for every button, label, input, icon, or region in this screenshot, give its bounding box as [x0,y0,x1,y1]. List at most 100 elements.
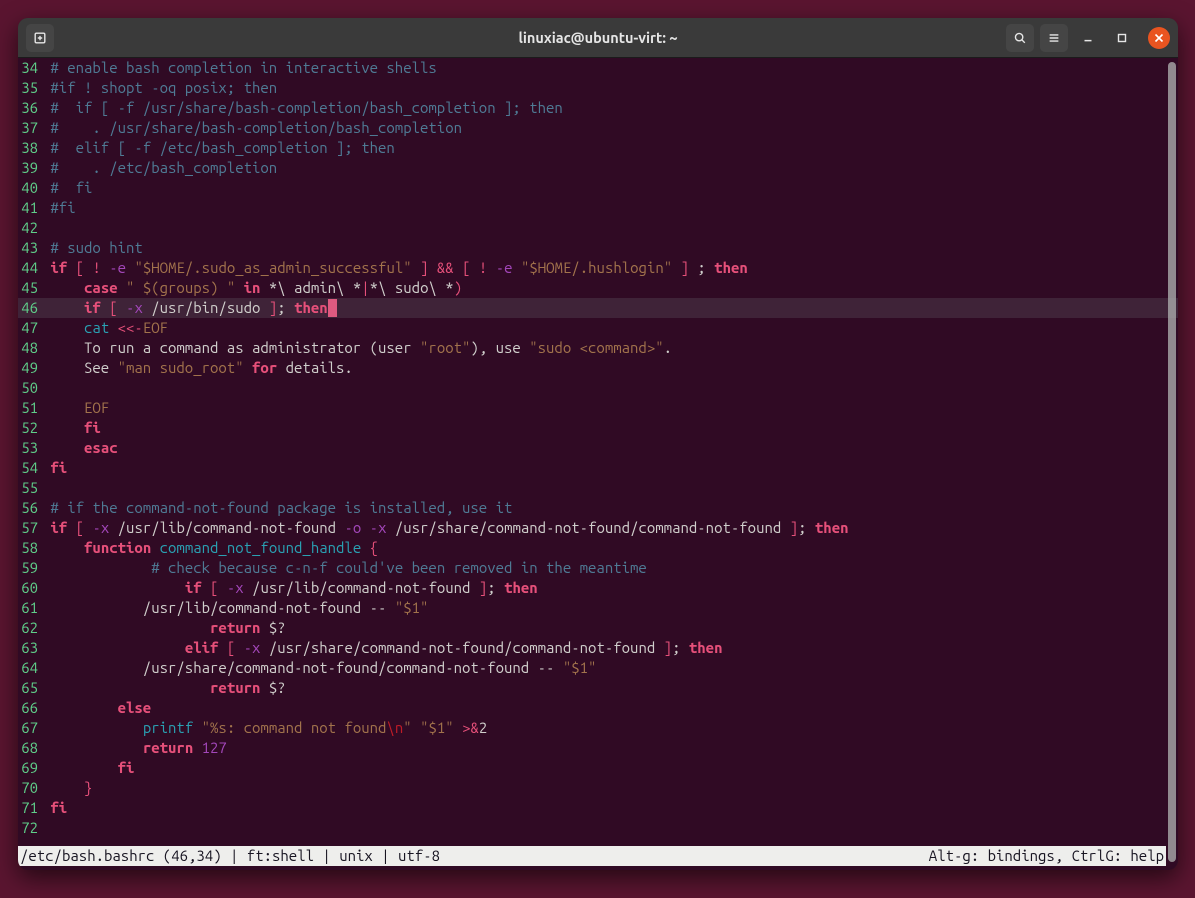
editor-line[interactable]: 67 printf "%s: command not found\n" "$1"… [18,718,1178,738]
editor-line[interactable]: 61 /usr/lib/command-not-found -- "$1" [18,598,1178,618]
editor-line[interactable]: 46 if [ -x /usr/bin/sudo ]; then [18,298,1178,318]
line-code: # elif [ -f /etc/bash_completion ]; then [42,138,1178,158]
line-code [42,378,1178,398]
line-code: # if the command-not-found package is in… [42,498,1178,518]
line-number: 41 [18,198,42,218]
line-code: #fi [42,198,1178,218]
line-code: fi [42,758,1178,778]
line-code: To run a command as administrator (user … [42,338,1178,358]
new-tab-icon [33,31,47,45]
hamburger-icon [1047,31,1061,45]
scrollbar[interactable] [1168,62,1176,862]
editor-line[interactable]: 36 # if [ -f /usr/share/bash-completion/… [18,98,1178,118]
new-tab-button[interactable] [26,24,54,52]
line-code: EOF [42,398,1178,418]
line-number: 62 [18,618,42,638]
editor-line[interactable]: 54 fi [18,458,1178,478]
editor-line[interactable]: 42 [18,218,1178,238]
close-button[interactable] [1148,27,1170,49]
terminal-window: linuxiac@ubuntu-virt: ~ [18,18,1178,870]
editor-line[interactable]: 50 [18,378,1178,398]
editor-line[interactable]: 52 fi [18,418,1178,438]
editor-line[interactable]: 55 [18,478,1178,498]
editor-line[interactable]: 70 } [18,778,1178,798]
line-number: 53 [18,438,42,458]
terminal-area[interactable]: 34 # enable bash completion in interacti… [18,58,1178,870]
line-code [42,478,1178,498]
line-number: 55 [18,478,42,498]
line-number: 52 [18,418,42,438]
line-code: fi [42,798,1178,818]
window-title: linuxiac@ubuntu-virt: ~ [18,29,1178,46]
line-number: 45 [18,278,42,298]
editor-line[interactable]: 68 return 127 [18,738,1178,758]
editor-line[interactable]: 72 [18,818,1178,838]
editor-line[interactable]: 58 function command_not_found_handle { [18,538,1178,558]
line-number: 39 [18,158,42,178]
line-number: 64 [18,658,42,678]
editor-line[interactable]: 53 esac [18,438,1178,458]
line-number: 66 [18,698,42,718]
line-code: # fi [42,178,1178,198]
editor-line[interactable]: 39 # . /etc/bash_completion [18,158,1178,178]
line-code: else [42,698,1178,718]
editor-line[interactable]: 51 EOF [18,398,1178,418]
line-code: if [ -x /usr/bin/sudo ]; then [42,298,1178,318]
editor-line[interactable]: 59 # check because c-n-f could've been r… [18,558,1178,578]
editor-line[interactable]: 35 #if ! shopt -oq posix; then [18,78,1178,98]
editor-line[interactable]: 41 #fi [18,198,1178,218]
line-code: esac [42,438,1178,458]
line-number: 63 [18,638,42,658]
line-number: 37 [18,118,42,138]
search-icon [1013,31,1027,45]
maximize-button[interactable] [1108,24,1136,52]
editor-line[interactable]: 57 if [ -x /usr/lib/command-not-found -o… [18,518,1178,538]
line-code: return $? [42,678,1178,698]
line-number: 43 [18,238,42,258]
editor-line[interactable]: 62 return $? [18,618,1178,638]
editor-content[interactable]: 34 # enable bash completion in interacti… [18,58,1178,838]
editor-line[interactable]: 63 elif [ -x /usr/share/command-not-foun… [18,638,1178,658]
line-number: 69 [18,758,42,778]
line-code [42,218,1178,238]
editor-line[interactable]: 69 fi [18,758,1178,778]
line-code: #if ! shopt -oq posix; then [42,78,1178,98]
line-code: printf "%s: command not found\n" "$1" >&… [42,718,1178,738]
editor-line[interactable]: 49 See "man sudo_root" for details. [18,358,1178,378]
line-number: 68 [18,738,42,758]
line-code: See "man sudo_root" for details. [42,358,1178,378]
line-code: # check because c-n-f could've been remo… [42,558,1178,578]
editor-line[interactable]: 71 fi [18,798,1178,818]
statusbar: /etc/bash.bashrc (46,34) | ft:shell | un… [18,846,1166,866]
line-number: 46 [18,298,42,318]
maximize-icon [1115,31,1129,45]
line-code: # enable bash completion in interactive … [42,58,1178,78]
titlebar: linuxiac@ubuntu-virt: ~ [18,18,1178,58]
editor-line[interactable]: 37 # . /usr/share/bash-completion/bash_c… [18,118,1178,138]
editor-line[interactable]: 65 return $? [18,678,1178,698]
minimize-button[interactable] [1074,24,1102,52]
line-number: 49 [18,358,42,378]
editor-line[interactable]: 60 if [ -x /usr/lib/command-not-found ];… [18,578,1178,598]
editor-line[interactable]: 48 To run a command as administrator (us… [18,338,1178,358]
editor-line[interactable]: 66 else [18,698,1178,718]
editor-line[interactable]: 38 # elif [ -f /etc/bash_completion ]; t… [18,138,1178,158]
line-code: } [42,778,1178,798]
line-code: if [ -x /usr/lib/command-not-found -o -x… [42,518,1178,538]
close-icon [1154,29,1164,47]
search-button[interactable] [1006,24,1034,52]
editor-line[interactable]: 64 /usr/share/command-not-found/command-… [18,658,1178,678]
line-number: 71 [18,798,42,818]
editor-line[interactable]: 43 # sudo hint [18,238,1178,258]
statusbar-right: Alt-g: bindings, CtrlG: help [929,846,1164,866]
editor-line[interactable]: 45 case " $(groups) " in *\ admin\ *|*\ … [18,278,1178,298]
line-code: # . /usr/share/bash-completion/bash_comp… [42,118,1178,138]
menu-button[interactable] [1040,24,1068,52]
line-number: 51 [18,398,42,418]
editor-line[interactable]: 44 if [ ! -e "$HOME/.sudo_as_admin_succe… [18,258,1178,278]
editor-line[interactable]: 34 # enable bash completion in interacti… [18,58,1178,78]
editor-line[interactable]: 40 # fi [18,178,1178,198]
editor-line[interactable]: 47 cat <<-EOF [18,318,1178,338]
editor-line[interactable]: 56 # if the command-not-found package is… [18,498,1178,518]
line-number: 65 [18,678,42,698]
